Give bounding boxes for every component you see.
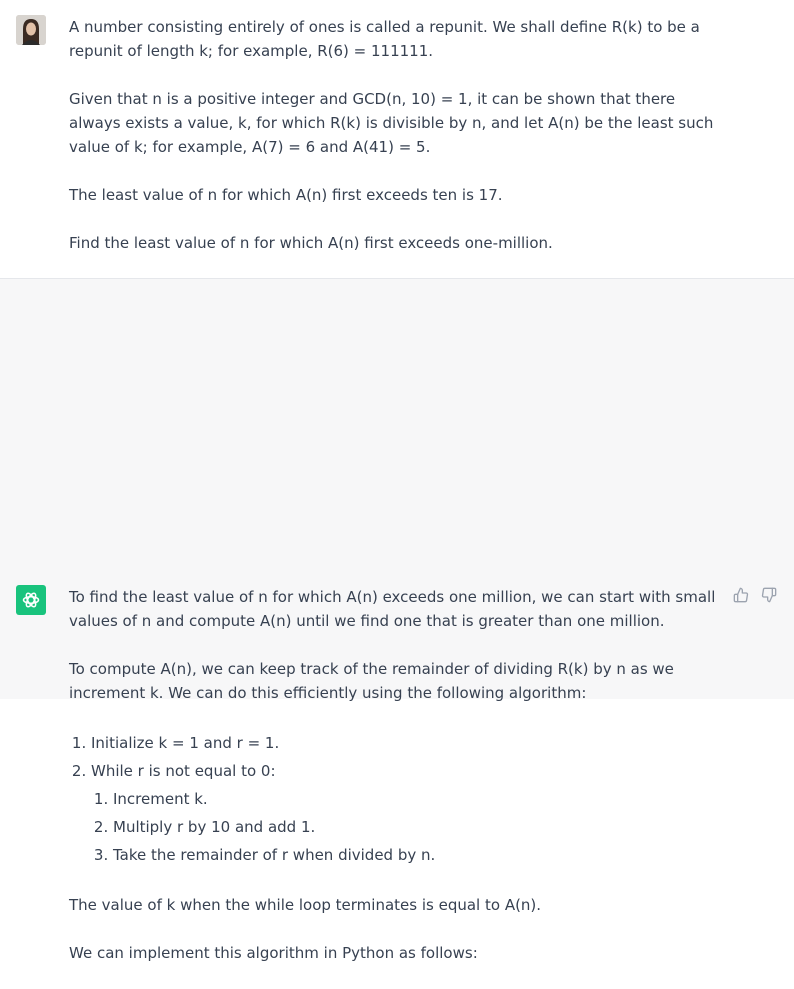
thumbs-down-icon[interactable]	[761, 587, 777, 603]
assistant-paragraph: To find the least value of n for which A…	[69, 588, 716, 630]
user-paragraph: The least value of n for which A(n) firs…	[69, 186, 503, 204]
user-message: A number consisting entirely of ones is …	[0, 0, 794, 279]
user-avatar	[16, 15, 46, 45]
list-item: Increment k.	[113, 785, 729, 813]
user-paragraph: Given that n is a positive integer and G…	[69, 90, 714, 156]
list-item-label: While r is not equal to 0:	[91, 762, 276, 780]
list-item: While r is not equal to 0: Increment k. …	[91, 757, 729, 869]
assistant-message-text: To find the least value of n for which A…	[69, 585, 729, 989]
assistant-paragraph: To compute A(n), we can keep track of th…	[69, 660, 674, 702]
assistant-paragraph: The value of k when the while loop termi…	[69, 896, 542, 914]
list-item: Multiply r by 10 and add 1.	[113, 813, 729, 841]
algorithm-substeps: Increment k. Multiply r by 10 and add 1.…	[91, 785, 729, 869]
assistant-message: To find the least value of n for which A…	[0, 279, 794, 962]
list-item: Initialize k = 1 and r = 1.	[91, 729, 729, 757]
assistant-paragraph: We can implement this algorithm in Pytho…	[69, 944, 478, 962]
user-message-text: A number consisting entirely of ones is …	[69, 15, 729, 279]
thumbs-up-icon[interactable]	[733, 587, 749, 603]
user-paragraph: A number consisting entirely of ones is …	[69, 18, 700, 60]
algorithm-steps: Initialize k = 1 and r = 1. While r is n…	[69, 729, 729, 869]
user-paragraph: Find the least value of n for which A(n)…	[69, 234, 553, 252]
feedback-buttons	[733, 587, 777, 603]
openai-logo-icon	[16, 585, 46, 615]
list-item: Take the remainder of r when divided by …	[113, 841, 729, 869]
